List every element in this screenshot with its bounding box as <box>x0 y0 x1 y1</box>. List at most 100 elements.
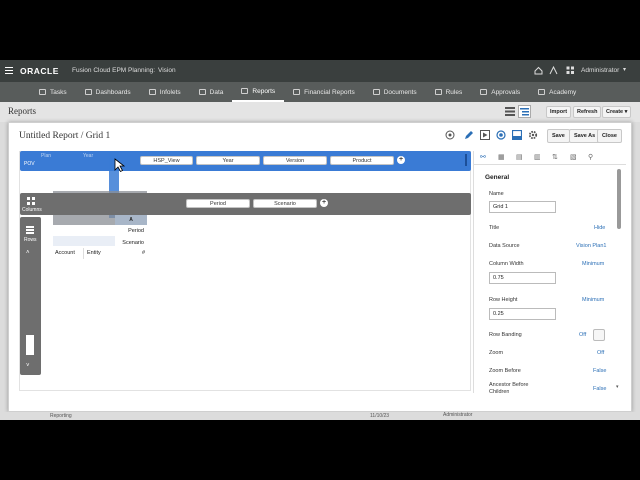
bg-row-date: 11/10/23 <box>370 413 390 419</box>
column-width-value[interactable]: Minimum <box>582 261 604 267</box>
grid-settings-icon[interactable] <box>445 130 455 140</box>
global-header: ORACLE Fusion Cloud EPM Planning: Vision… <box>0 60 640 82</box>
pov-add-icon[interactable]: + <box>397 156 405 164</box>
tab-data[interactable]: Data <box>190 82 233 102</box>
edit-pencil-icon[interactable] <box>464 130 474 140</box>
pov-chip-product[interactable]: Product <box>330 156 394 165</box>
name-label: Name <box>489 191 504 197</box>
tab-rules[interactable]: Rules <box>426 82 472 102</box>
properties-chart-tab-icon[interactable]: ▧ <box>570 153 577 161</box>
close-button[interactable]: Close <box>597 129 622 143</box>
gear-icon[interactable] <box>528 130 538 140</box>
list-view-icon[interactable] <box>505 107 515 116</box>
row-height-label: Row Height <box>489 297 518 303</box>
column-header-a[interactable]: A <box>115 215 147 225</box>
zoom-before-value[interactable]: False <box>593 368 606 374</box>
properties-scroll-down-icon[interactable]: ▾ <box>616 384 619 390</box>
tab-label: Approvals <box>491 88 521 96</box>
pov-chip-version[interactable]: Version <box>263 156 327 165</box>
properties-column-tab-icon[interactable]: ▥ <box>534 153 541 161</box>
pov-label: POV <box>24 161 35 167</box>
preview-icon[interactable] <box>480 130 490 140</box>
tab-label: Data <box>209 88 224 96</box>
properties-panel: ⚯ ▦ ▤ ▥ ⇅ ▧ ⚲ General Name Grid 1 Title … <box>473 151 626 393</box>
columns-label: Columns <box>22 207 42 213</box>
data-icon <box>198 89 206 95</box>
rows-scroll-up-icon[interactable]: ˄ <box>26 250 30 256</box>
columns-chip-scenario[interactable]: Scenario <box>253 199 317 208</box>
properties-scrollbar[interactable] <box>617 169 621 229</box>
background-list-row: Reporting 11/10/23 Administrator <box>0 412 640 420</box>
dialog-title: Untitled Report / Grid 1 <box>19 131 111 141</box>
rows-label: Rows <box>24 237 37 243</box>
academy-icon <box>538 89 546 95</box>
oracle-logo: ORACLE <box>20 66 59 76</box>
grid-menu-icon[interactable] <box>566 66 575 75</box>
tab-label: Infolets <box>159 88 181 96</box>
row-height-value[interactable]: Minimum <box>582 297 604 303</box>
create-label: Create <box>606 109 624 115</box>
tab-academy[interactable]: Academy <box>529 82 585 102</box>
zoom-value[interactable]: Off <box>597 350 604 356</box>
report-designer-dialog: Untitled Report / Grid 1 Save Save As Cl… <box>8 122 632 412</box>
row-banding-color-swatch[interactable] <box>593 329 605 341</box>
data-cell[interactable]: # <box>115 248 147 259</box>
pov-chip-hsp-view[interactable]: HSP_View <box>140 156 193 165</box>
name-input[interactable]: Grid 1 <box>489 201 556 213</box>
pov-scroll-handle[interactable] <box>465 154 467 166</box>
dashboards-icon <box>84 89 92 95</box>
properties-general-tab-icon[interactable]: ⚯ <box>480 153 486 161</box>
columns-chip-period[interactable]: Period <box>186 199 250 208</box>
user-menu[interactable]: Administrator <box>581 67 619 74</box>
hamburger-menu-icon[interactable] <box>5 67 13 74</box>
rows-drop-zone[interactable]: Rows ˄ ˅ <box>20 217 41 375</box>
columns-add-icon[interactable]: + <box>320 199 328 207</box>
row-dim-entity[interactable]: Entity <box>84 248 115 259</box>
tab-tasks[interactable]: Tasks <box>30 82 76 102</box>
save-button[interactable]: Save <box>547 129 570 143</box>
navigator-icon[interactable] <box>549 65 558 75</box>
title-label: Title <box>489 225 500 231</box>
properties-link-tab-icon[interactable]: ⚲ <box>588 153 593 161</box>
tab-infolets[interactable]: Infolets <box>140 82 190 102</box>
col-dim-period[interactable]: Period <box>115 225 147 237</box>
user-menu-chevron-icon[interactable]: ▾ <box>623 66 626 73</box>
column-width-input[interactable]: 0.75 <box>489 272 556 284</box>
pov-drop-zone[interactable]: POV Plan Year HSP_View Year Version Prod… <box>20 151 471 171</box>
import-button[interactable]: Import <box>546 106 572 118</box>
create-button[interactable]: Create ▾ <box>602 106 632 118</box>
title-value[interactable]: Hide <box>594 225 605 231</box>
home-icon[interactable] <box>534 66 543 75</box>
tab-label: Academy <box>549 88 577 96</box>
documents-icon <box>372 89 380 95</box>
zoom-label: Zoom <box>489 350 504 356</box>
properties-sort-tab-icon[interactable]: ⇅ <box>552 153 558 161</box>
grid-header-filler <box>53 236 115 246</box>
tab-dashboards[interactable]: Dashboards <box>76 82 140 102</box>
row-dim-account[interactable]: Account <box>53 248 84 259</box>
row-height-input[interactable]: 0.25 <box>489 308 556 320</box>
tab-reports[interactable]: Reports <box>232 82 285 102</box>
data-source-label: Data Source <box>489 243 520 249</box>
layout-icon[interactable] <box>512 130 522 140</box>
tab-label: Reports <box>252 87 276 95</box>
reports-toolbar: Reports Import Refresh Create ▾ <box>0 102 640 122</box>
rows-scroll-thumb[interactable] <box>26 335 34 355</box>
pov-chip-year[interactable]: Year <box>196 156 260 165</box>
ancestor-before-value[interactable]: False <box>593 386 606 392</box>
tree-view-icon[interactable] <box>518 105 531 118</box>
row-banding-value[interactable]: Off <box>579 332 586 338</box>
refresh-button[interactable]: Refresh <box>573 106 602 118</box>
rows-icon <box>26 226 34 234</box>
tab-financial-reports[interactable]: Financial Reports <box>284 82 364 102</box>
columns-drop-zone[interactable]: Columns Period Scenario + <box>20 193 471 215</box>
save-as-button[interactable]: Save As <box>569 129 601 143</box>
tab-documents[interactable]: Documents <box>364 82 426 102</box>
target-icon[interactable] <box>496 130 506 140</box>
product-name: Fusion Cloud EPM Planning: <box>72 67 156 74</box>
data-source-value[interactable]: Vision Plan1 <box>576 243 606 249</box>
rows-scroll-down-icon[interactable]: ˅ <box>26 363 30 369</box>
tab-approvals[interactable]: Approvals <box>471 82 529 102</box>
properties-row-tab-icon[interactable]: ▤ <box>516 153 523 161</box>
properties-grid-tab-icon[interactable]: ▦ <box>498 153 505 161</box>
